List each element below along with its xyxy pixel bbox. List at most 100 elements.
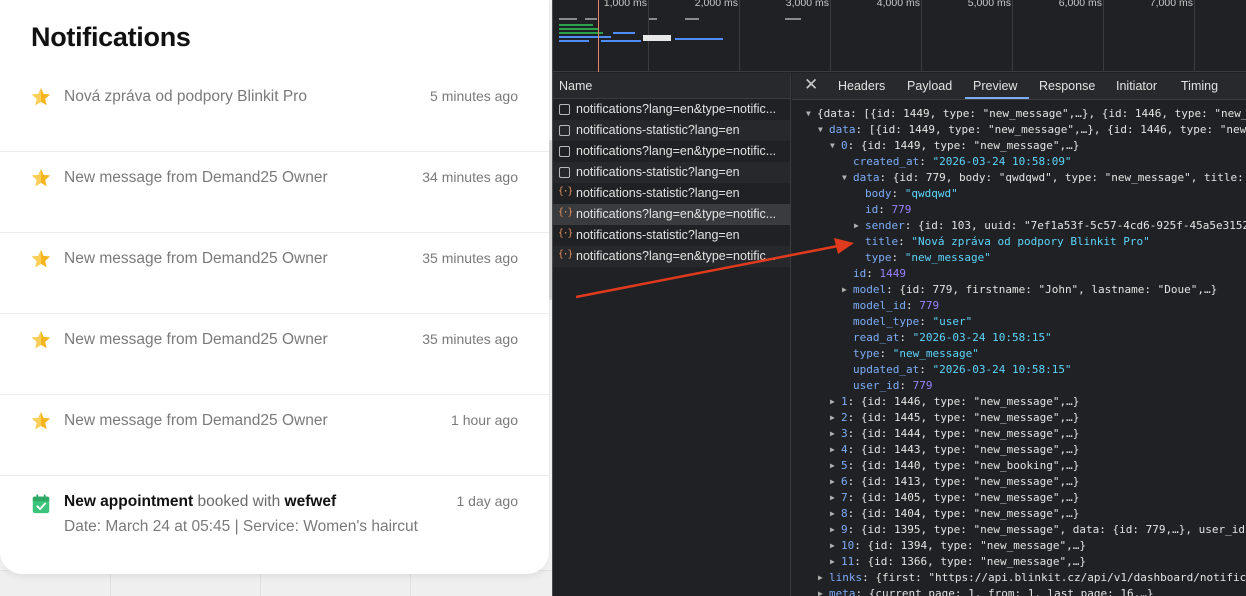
request-list: Name notifications?lang=en&type=notific.… [553, 73, 791, 596]
request-name: notifications?lang=en&type=notific... [576, 144, 777, 158]
tree-row[interactable]: ▶ 4: {id: 1443, type: "new_message",…} [792, 442, 1246, 458]
document-icon [559, 104, 570, 115]
star-icon [31, 87, 51, 106]
star-icon [31, 249, 51, 268]
request-name: notifications-statistic?lang=en [576, 228, 740, 242]
request-row[interactable]: notifications-statistic?lang=en [553, 120, 790, 141]
notification-title: New appointment booked with wefwef [64, 493, 336, 511]
tree-row[interactable]: ▶ meta: {current_page: 1, from: 1, last_p… [792, 586, 1246, 596]
json-icon: {·} [558, 186, 573, 197]
tree-row: body: "qwdqwd" [865, 187, 958, 200]
timeline-label: 1,000 ms [603, 0, 647, 9]
request-name: notifications?lang=en&type=notific... [576, 207, 777, 221]
notification-item[interactable]: New message from Demand25 Owner 1 hour a… [0, 395, 549, 476]
request-name: notifications?lang=en&type=notific... [576, 102, 777, 116]
tree-row: type: "new_message" [853, 347, 979, 360]
tree-row[interactable]: ▼ data: [{id: 1449, type: "new_message",…… [792, 122, 1246, 138]
tree-row[interactable]: ▶ 2: {id: 1445, type: "new_message",…} [792, 410, 1246, 426]
tree-row[interactable]: ▼ {data: [{id: 1449, type: "new_message",… [792, 106, 1246, 122]
star-icon [31, 330, 51, 349]
notification-title: New message from Demand25 Owner [64, 169, 328, 186]
timeline-label: 4,000 ms [876, 0, 920, 9]
appointment-details: Date: March 24 at 05:45 | Service: Women… [64, 518, 418, 535]
json-icon: {·} [558, 207, 573, 218]
request-name: notifications-statistic?lang=en [576, 186, 740, 200]
request-name: notifications-statistic?lang=en [576, 123, 740, 137]
tree-row[interactable]: ▶ model: {id: 779, firstname: "John", las… [792, 282, 1246, 298]
tree-row-title: title: "Nová zpráva od podpory Blinkit P… [865, 235, 1150, 248]
request-row[interactable]: notifications-statistic?lang=en [553, 162, 790, 183]
tree-row: id: 1449 [853, 267, 906, 280]
network-overview-timeline[interactable]: 1,000 ms 2,000 ms 3,000 ms 4,000 ms 5,00… [553, 0, 1246, 72]
notification-time: 35 minutes ago [422, 250, 518, 266]
request-detail-pane: ✕ Headers Payload Preview Response Initi… [792, 73, 1246, 596]
timeline-label: 7,000 ms [1149, 0, 1193, 9]
tree-row[interactable]: ▶ 6: {id: 1413, type: "new_message",…} [792, 474, 1246, 490]
tree-row: created_at: "2026-03-24 10:58:09" [853, 155, 1072, 168]
document-icon [559, 146, 570, 157]
notification-item[interactable]: Nová zpráva od podpory Blinkit Pro 5 min… [0, 71, 549, 152]
document-icon [559, 125, 570, 136]
request-row[interactable]: {·} notifications-statistic?lang=en [553, 225, 790, 246]
notification-title: New message from Demand25 Owner [64, 331, 328, 348]
star-icon [31, 168, 51, 187]
tree-row[interactable]: ▶ 1: {id: 1446, type: "new_message",…} [792, 394, 1246, 410]
detail-tabs: ✕ Headers Payload Preview Response Initi… [792, 73, 1246, 100]
tree-row[interactable]: ▶ 10: {id: 1394, type: "new_message",…} [792, 538, 1246, 554]
tree-row[interactable]: ▶ 9: {id: 1395, type: "new_message", data… [792, 522, 1246, 538]
tab-timing[interactable]: Timing [1181, 79, 1218, 93]
notifications-page: Notifications Nová zpráva od podpory Bli… [0, 0, 552, 596]
json-icon: {·} [558, 249, 573, 260]
tree-row[interactable]: ▶ 3: {id: 1444, type: "new_message",…} [792, 426, 1246, 442]
request-row[interactable]: {·} notifications?lang=en&type=notific... [553, 246, 790, 267]
tree-row: user_id: 779 [853, 379, 933, 392]
tab-payload[interactable]: Payload [907, 79, 952, 93]
request-row[interactable]: notifications?lang=en&type=notific... [553, 141, 790, 162]
tree-row[interactable]: ▶ 7: {id: 1405, type: "new_message",…} [792, 490, 1246, 506]
notification-item[interactable]: New message from Demand25 Owner 35 minut… [0, 314, 549, 395]
appointment-client: wefwef [284, 493, 337, 510]
active-tab-indicator [965, 97, 1029, 99]
tree-row[interactable]: ▶ 11: {id: 1366, type: "new_message",…} [792, 554, 1246, 570]
appointment-connector: booked with [193, 493, 285, 510]
tree-row: model_id: 779 [853, 299, 940, 312]
tree-row[interactable]: ▶ sender: {id: 103, uuid: "7ef1a53f-5c57-… [792, 218, 1246, 234]
timeline-label: 2,000 ms [694, 0, 738, 9]
notification-time: 1 hour ago [451, 412, 518, 428]
tree-row[interactable]: ▶ links: {first: "https://api.blinkit.cz/… [792, 570, 1246, 586]
tab-headers[interactable]: Headers [838, 79, 885, 93]
document-icon [559, 167, 570, 178]
notification-list: Nová zpráva od podpory Blinkit Pro 5 min… [0, 71, 549, 574]
page-title: Notifications [31, 22, 191, 52]
notification-time: 34 minutes ago [422, 169, 518, 185]
tree-row: read_at: "2026-03-24 10:58:15" [853, 331, 1052, 344]
tree-row[interactable]: ▼ data: {id: 779, body: "qwdqwd", type: "… [792, 170, 1246, 186]
devtools-network-panel: 1,000 ms 2,000 ms 3,000 ms 4,000 ms 5,00… [552, 0, 1246, 596]
tree-row[interactable]: ▼ 0: {id: 1449, type: "new_message",…} [792, 138, 1246, 154]
tree-row[interactable]: ▶ 8: {id: 1404, type: "new_message",…} [792, 506, 1246, 522]
timeline-label: 3,000 ms [785, 0, 829, 9]
notification-item[interactable]: New message from Demand25 Owner 34 minut… [0, 152, 549, 233]
json-icon: {·} [558, 228, 573, 239]
tree-row: type: "new_message" [865, 251, 991, 264]
tree-row: updated_at: "2026-03-24 10:58:15" [853, 363, 1072, 376]
request-row[interactable]: notifications?lang=en&type=notific... [553, 99, 790, 120]
notification-item-appointment[interactable]: New appointment booked with wefwef 1 day… [0, 476, 549, 574]
tab-response[interactable]: Response [1039, 79, 1095, 93]
notification-title: Nová zpráva od podpory Blinkit Pro [64, 88, 307, 105]
timeline-label: 6,000 ms [1058, 0, 1102, 9]
notifications-panel: Notifications Nová zpráva od podpory Bli… [0, 0, 549, 574]
request-name: notifications-statistic?lang=en [576, 165, 740, 179]
request-row-selected[interactable]: {·} notifications?lang=en&type=notific... [553, 204, 790, 225]
tab-preview[interactable]: Preview [973, 79, 1017, 93]
notification-title: New message from Demand25 Owner [64, 250, 328, 267]
tree-row: id: 779 [865, 203, 912, 216]
name-column-header[interactable]: Name [553, 73, 790, 99]
notification-time: 35 minutes ago [422, 331, 518, 347]
notification-item[interactable]: New message from Demand25 Owner 35 minut… [0, 233, 549, 314]
request-row[interactable]: {·} notifications-statistic?lang=en [553, 183, 790, 204]
close-icon[interactable]: ✕ [804, 75, 818, 95]
timeline-label: 5,000 ms [967, 0, 1011, 9]
tab-initiator[interactable]: Initiator [1116, 79, 1157, 93]
tree-row[interactable]: ▶ 5: {id: 1440, type: "new_booking",…} [792, 458, 1246, 474]
